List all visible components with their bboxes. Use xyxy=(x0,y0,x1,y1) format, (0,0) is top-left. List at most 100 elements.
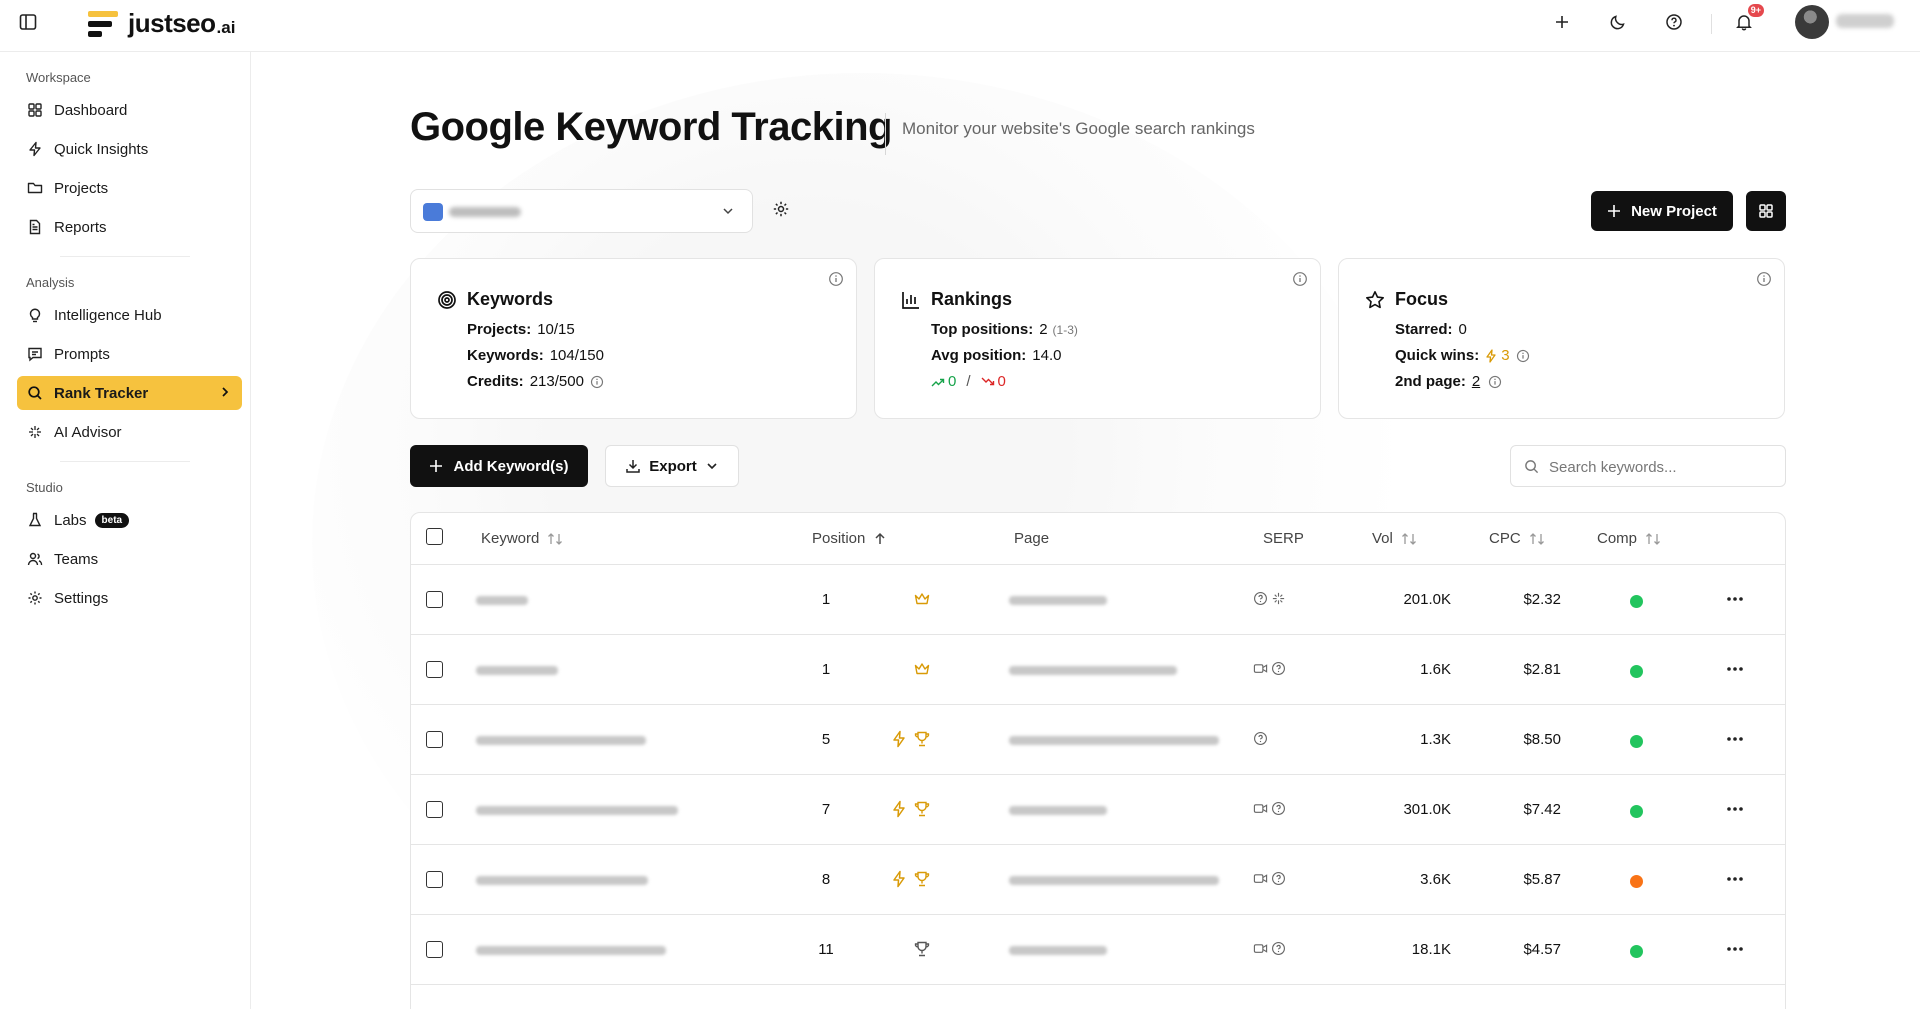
more-options-icon[interactable] xyxy=(1723,939,1747,959)
sort-icon xyxy=(1529,532,1544,545)
card-title-text: Keywords xyxy=(467,289,554,309)
row-checkbox[interactable] xyxy=(426,731,443,748)
more-options-icon[interactable] xyxy=(1723,729,1747,749)
new-project-label: New Project xyxy=(1631,202,1717,220)
info-icon[interactable] xyxy=(590,375,604,389)
row-checkbox[interactable] xyxy=(426,591,443,608)
card-title-text: Rankings xyxy=(931,289,1013,309)
sidebar-item-teams[interactable]: Teams xyxy=(17,542,242,576)
position-value: 5 xyxy=(821,731,831,748)
info-icon[interactable] xyxy=(828,271,844,292)
keyword-redacted[interactable] xyxy=(476,736,646,745)
more-options-icon[interactable] xyxy=(1723,799,1747,819)
top-positions-stat: Top positions: 2 (1-3) xyxy=(931,321,1078,338)
moon-icon[interactable] xyxy=(1606,10,1630,34)
table-row[interactable] xyxy=(411,985,1785,1009)
quick-wins-stat: Quick wins: 3 xyxy=(1395,347,1530,364)
info-icon[interactable] xyxy=(1516,349,1530,363)
download-icon xyxy=(626,460,640,473)
row-checkbox[interactable] xyxy=(426,801,443,818)
keyword-redacted[interactable] xyxy=(476,596,528,605)
volume-value: 201.0K xyxy=(1403,591,1451,608)
project-settings-gear-icon[interactable] xyxy=(772,200,794,222)
add-keywords-button[interactable]: Add Keyword(s) xyxy=(410,445,588,487)
volume-value: 18.1K xyxy=(1411,941,1451,958)
second-page-link[interactable]: 2 xyxy=(1472,373,1480,390)
project-favicon-icon xyxy=(423,203,443,221)
sidebar-item-rank-tracker[interactable]: Rank Tracker xyxy=(17,376,242,410)
keyword-redacted[interactable] xyxy=(476,666,558,675)
position-value: 1 xyxy=(821,661,831,678)
info-icon[interactable] xyxy=(1756,271,1772,292)
row-checkbox[interactable] xyxy=(426,871,443,888)
project-name-redacted xyxy=(449,207,521,217)
sidebar-item-ai-advisor[interactable]: AI Advisor xyxy=(17,415,242,449)
competition-indicator xyxy=(1630,805,1643,818)
cpc-value: $5.87 xyxy=(1523,871,1561,888)
avatar[interactable] xyxy=(1795,5,1829,39)
table-row[interactable]: 1 201.0K $2.32 xyxy=(411,565,1785,635)
sidebar-item-settings[interactable]: Settings xyxy=(17,581,242,615)
more-options-icon[interactable] xyxy=(1723,869,1747,889)
title-divider xyxy=(885,113,886,155)
sidebar-item-reports[interactable]: Reports xyxy=(17,210,242,244)
sidebar-item-projects[interactable]: Projects xyxy=(17,171,242,205)
chevron-down-icon xyxy=(707,463,717,470)
position-column-header[interactable]: Position xyxy=(812,530,887,547)
search-input[interactable] xyxy=(1549,456,1774,478)
keywords-card-title: Keywords xyxy=(437,289,553,310)
help-icon[interactable] xyxy=(1662,10,1686,34)
more-options-icon[interactable] xyxy=(1723,589,1747,609)
target-icon xyxy=(438,290,456,309)
sidebar-item-prompts[interactable]: Prompts xyxy=(17,337,242,371)
info-icon[interactable] xyxy=(1488,375,1502,389)
more-options-icon[interactable] xyxy=(1723,659,1747,679)
row-checkbox[interactable] xyxy=(426,941,443,958)
second-page-stat: 2nd page: 2 xyxy=(1395,373,1502,390)
trophy-icon xyxy=(913,730,931,748)
page-url-redacted[interactable] xyxy=(1009,596,1107,605)
sparkles-icon xyxy=(26,423,44,441)
cpc-column-header[interactable]: CPC xyxy=(1489,530,1545,547)
select-all-checkbox[interactable] xyxy=(426,528,443,545)
table-row[interactable]: 7 301.0K $7.42 xyxy=(411,775,1785,845)
app-logo[interactable]: justseo .ai xyxy=(88,8,235,39)
vol-column-header[interactable]: Vol xyxy=(1372,530,1417,547)
grid-view-button[interactable] xyxy=(1746,191,1786,231)
page-url-redacted[interactable] xyxy=(1009,736,1219,745)
table-row[interactable]: 1 1.6K $2.81 xyxy=(411,635,1785,705)
sort-asc-icon xyxy=(875,532,885,544)
page-url-redacted[interactable] xyxy=(1009,666,1177,675)
sidebar-toggle-icon[interactable] xyxy=(18,12,38,32)
sidebar-item-dashboard[interactable]: Dashboard xyxy=(17,93,242,127)
plus-icon[interactable] xyxy=(1550,10,1574,34)
sidebar-item-label: Quick Insights xyxy=(54,140,149,158)
keyword-redacted[interactable] xyxy=(476,806,678,815)
page-url-redacted[interactable] xyxy=(1009,876,1219,885)
help-icon xyxy=(1271,871,1286,886)
users-icon xyxy=(26,550,44,568)
bell-icon[interactable]: 9+ xyxy=(1732,4,1764,34)
table-row[interactable]: 5 1.3K $8.50 xyxy=(411,705,1785,775)
info-icon[interactable] xyxy=(1292,271,1308,292)
trend-down-icon xyxy=(981,377,994,385)
help-icon xyxy=(1271,941,1286,956)
keyword-redacted[interactable] xyxy=(476,946,666,955)
user-name-redacted[interactable] xyxy=(1836,14,1894,28)
table-row[interactable]: 8 3.6K $5.87 xyxy=(411,845,1785,915)
sidebar-item-intelligence-hub[interactable]: Intelligence Hub xyxy=(17,298,242,332)
sidebar-item-labs[interactable]: Labs beta xyxy=(17,503,242,537)
project-select[interactable] xyxy=(410,189,753,233)
new-project-button[interactable]: New Project xyxy=(1591,191,1733,231)
comp-column-header[interactable]: Comp xyxy=(1597,530,1661,547)
keyword-column-header[interactable]: Keyword xyxy=(481,530,563,547)
keyword-redacted[interactable] xyxy=(476,876,648,885)
page-url-redacted[interactable] xyxy=(1009,806,1107,815)
video-icon xyxy=(1253,941,1268,956)
volume-value: 1.3K xyxy=(1420,731,1451,748)
sidebar-item-quick-insights[interactable]: Quick Insights xyxy=(17,132,242,166)
page-url-redacted[interactable] xyxy=(1009,946,1107,955)
row-checkbox[interactable] xyxy=(426,661,443,678)
table-row[interactable]: 11 18.1K $4.57 xyxy=(411,915,1785,985)
export-button[interactable]: Export xyxy=(605,445,739,487)
